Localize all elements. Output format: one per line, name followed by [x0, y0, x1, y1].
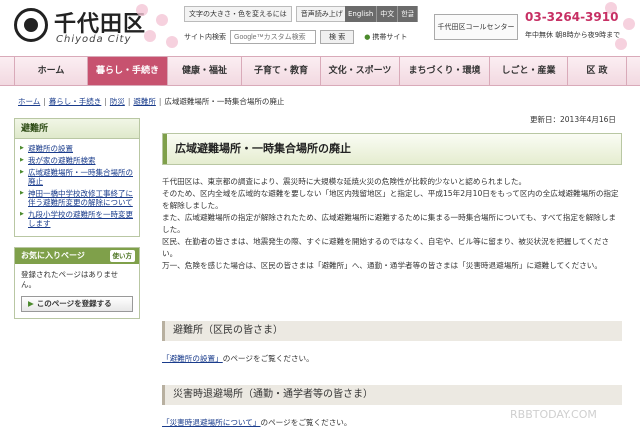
sidebar-link[interactable]: 広域避難場所・一時集合場所の廃止	[28, 168, 133, 186]
page-title: 広域避難場所・一時集合場所の廃止	[162, 133, 622, 165]
breadcrumb-link[interactable]: 暮らし・手続き	[49, 97, 102, 106]
nav-culture[interactable]: 文化・スポーツ	[320, 57, 399, 85]
nav-childcare[interactable]: 子育て・教育	[241, 57, 320, 85]
mobile-icon: ●	[364, 33, 371, 41]
favorites-title: お気に入りページ	[21, 251, 85, 260]
nav-town[interactable]: まちづくり・環境	[399, 57, 489, 85]
text-size-color-link[interactable]: 文字の大きさ・色を変えるには	[184, 6, 292, 22]
updated-date: 更新日：2013年4月16日	[530, 115, 616, 124]
nav-home[interactable]: ホーム	[14, 57, 87, 85]
phone-hours: 年中無休 朝8時から夜9時まで	[525, 31, 621, 39]
arrow-right-icon: ▶	[28, 299, 34, 308]
sidebar-link[interactable]: 我が家の避難所検索	[28, 156, 96, 165]
breadcrumb-current: 広域避難場所・一時集合場所の廃止	[164, 97, 285, 106]
breadcrumb-link[interactable]: 避難所	[133, 97, 156, 106]
section-text: 「災害時退避場所について」のページをご覧ください。	[162, 417, 351, 428]
sidebar-list: 避難所の設置 我が家の避難所検索 広域避難場所・一時集合場所の廃止 神田一橋中学…	[15, 139, 139, 236]
nav-living[interactable]: 暮らし・手続き	[87, 57, 167, 85]
sidebar-menu: 避難所 避難所の設置 我が家の避難所検索 広域避難場所・一時集合場所の廃止 神田…	[14, 118, 140, 237]
section-heading: 災害時退避場所（通勤・通学者等の皆さま）	[162, 385, 622, 405]
breadcrumb: ホーム | 暮らし・手続き | 防災 | 避難所 | 広域避難場所・一時集合場所の廃止	[18, 97, 285, 106]
register-page-label: このページを登録する	[36, 299, 112, 308]
lang-english-link[interactable]: English	[345, 6, 378, 22]
search-label: サイト内検索	[184, 33, 226, 41]
article-paragraph: 万一、危険を感じた場合は、区民の皆さまは「避難所」へ、通勤・通学者等の皆さまは「…	[162, 261, 602, 270]
mobile-site-label: 携帯サイト	[372, 33, 408, 41]
section-text-tail: のページをご覧ください。	[260, 418, 352, 427]
sidebar-item: 広域避難場所・一時集合場所の廃止	[20, 168, 134, 186]
sidebar-link[interactable]: 神田一橋中学校改修工事終了に伴う避難所変更の解除について	[28, 189, 133, 207]
section-text-tail: のページをご覧ください。	[222, 354, 314, 363]
article-paragraph: 区民、在勤者の皆さまは、地震発生の際、すぐに避難を開始するのではなく、自宅や、ビ…	[162, 237, 610, 258]
watermark: RBBTODAY.COM	[510, 408, 597, 421]
lang-korean-link[interactable]: 한글	[398, 6, 419, 22]
favorites-heading: お気に入りページ 使い方	[15, 248, 139, 264]
breadcrumb-link[interactable]: 防災	[110, 97, 125, 106]
section-heading: 避難所（区民の皆さま）	[162, 321, 622, 341]
breadcrumb-link[interactable]: ホーム	[18, 97, 40, 106]
article-paragraph: 千代田区は、東京都の調査により、震災時に大規模な延焼火災の危険性が比較的少ないと…	[162, 177, 527, 186]
nav-business[interactable]: しごと・産業	[489, 57, 567, 85]
mobile-site-link[interactable]: ● 携帯サイト	[364, 32, 407, 42]
register-page-button[interactable]: ▶ このページを登録する	[21, 296, 133, 312]
sidebar-link[interactable]: 九段小学校の避難所を一時変更します	[28, 210, 133, 228]
voice-read-link[interactable]: 音声読み上げ	[295, 6, 348, 22]
logo-emblem-icon	[14, 8, 48, 42]
search-input[interactable]	[230, 30, 316, 44]
sidebar-item: 我が家の避難所検索	[20, 156, 134, 165]
callcenter-button[interactable]: 千代田区コールセンター	[434, 14, 518, 40]
section-text: 「避難所の設置」のページをご覧ください。	[162, 353, 314, 364]
favorites-box: お気に入りページ 使い方 登録されたページはありません。 ▶ このページを登録する	[14, 247, 140, 319]
logo-subtitle: Chiyoda City	[56, 34, 132, 45]
site-header: 千代田区 Chiyoda City 文字の大きさ・色を変えるには 音声読み上げ …	[0, 0, 640, 56]
evacuation-place-link[interactable]: 「災害時退避場所について」	[162, 418, 261, 427]
nav-health[interactable]: 健康・福祉	[167, 57, 241, 85]
language-switcher: English 中文 한글	[345, 6, 419, 22]
sidebar-item: 九段小学校の避難所を一時変更します	[20, 210, 134, 228]
article-body: 千代田区は、東京都の調査により、震災時に大規模な延焼火災の危険性が比較的少ないと…	[162, 176, 622, 272]
nav-government[interactable]: 区 政	[567, 57, 627, 85]
favorites-empty-text: 登録されたページはありません。	[21, 270, 119, 289]
article-paragraph: そのため、区内全域を広域的な避難を要しない「地区内残留地区」と指定し、平成15年…	[162, 189, 619, 210]
utility-links: 文字の大きさ・色を変えるには 音声読み上げ	[184, 6, 348, 22]
article-paragraph: また、広域避難場所の指定が解除されたため、広域避難場所に避難するために集まる一時…	[162, 213, 616, 234]
sidebar: 避難所 避難所の設置 我が家の避難所検索 広域避難場所・一時集合場所の廃止 神田…	[14, 118, 140, 319]
shelter-setup-link[interactable]: 「避難所の設置」	[162, 354, 223, 363]
search-button[interactable]: 検 索	[320, 30, 355, 44]
sidebar-link[interactable]: 避難所の設置	[28, 144, 73, 153]
phone-number: 03-3264-3910	[525, 10, 619, 24]
cherry-blossom-decoration-icon	[565, 0, 640, 56]
cherry-blossom-decoration-icon	[126, 0, 186, 56]
sidebar-heading: 避難所	[15, 119, 139, 139]
sidebar-item: 避難所の設置	[20, 144, 134, 153]
site-search: サイト内検索 検 索 ●携帯サイト	[184, 30, 407, 44]
lang-chinese-link[interactable]: 中文	[377, 6, 399, 22]
global-nav: ホーム 暮らし・手続き 健康・福祉 子育て・教育 文化・スポーツ まちづくり・環…	[0, 56, 640, 86]
favorites-help-button[interactable]: 使い方	[109, 250, 135, 262]
sidebar-item: 神田一橋中学校改修工事終了に伴う避難所変更の解除について	[20, 189, 134, 207]
